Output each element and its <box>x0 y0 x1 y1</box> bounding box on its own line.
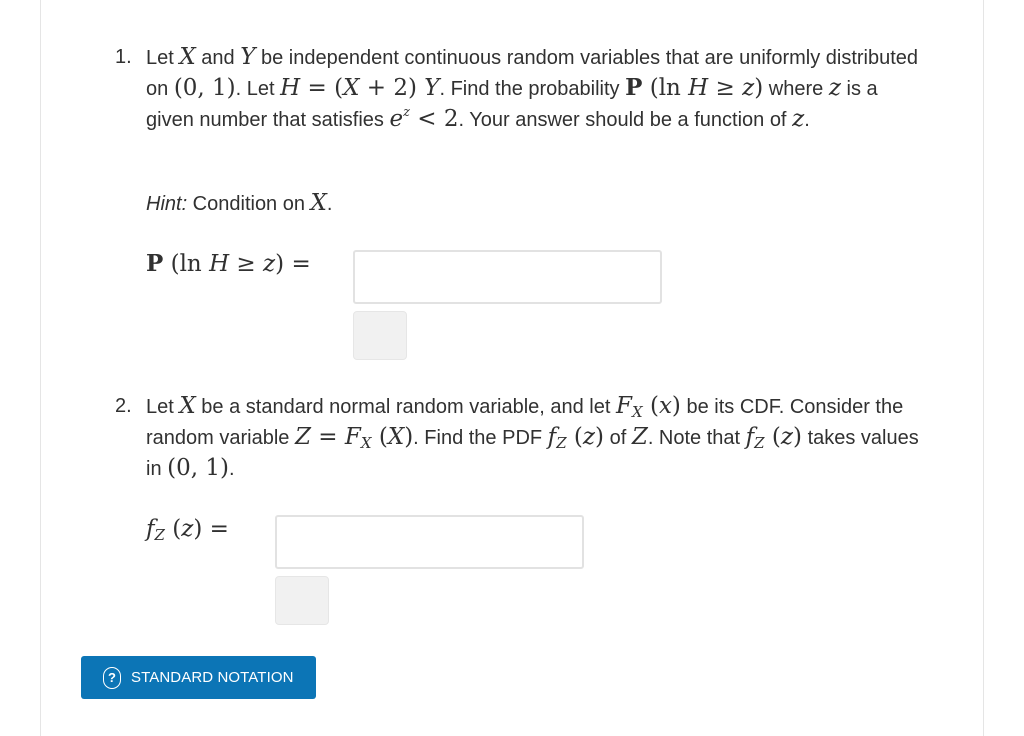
problem-statement: Let X and Y be independent continuous ra… <box>146 44 919 132</box>
answer-2-label: fZ (z) = <box>146 516 229 544</box>
answer-1-label: P (ln H ≥ z) = <box>146 250 311 277</box>
standard-notation-button[interactable]: ? STANDARD NOTATION <box>81 656 316 699</box>
answer-1-preview <box>353 311 407 360</box>
standard-notation-label: STANDARD NOTATION <box>131 669 294 686</box>
hint-label: Hint: <box>146 193 188 215</box>
answer-1-input[interactable] <box>353 250 662 304</box>
problem-number: 2. <box>115 395 132 417</box>
answer-2-input[interactable] <box>275 515 584 569</box>
problem-number: 1. <box>115 46 132 68</box>
hint: Hint: Condition on X. <box>146 190 333 216</box>
answer-2-preview <box>275 576 329 625</box>
problem-2: 2. Let X be a standard normal random var… <box>115 391 919 484</box>
problem-1: 1. Let X and Y be independent continuous… <box>115 42 918 135</box>
question-circle-icon: ? <box>103 666 121 689</box>
problem-statement: Let X be a standard normal random variab… <box>146 393 919 481</box>
